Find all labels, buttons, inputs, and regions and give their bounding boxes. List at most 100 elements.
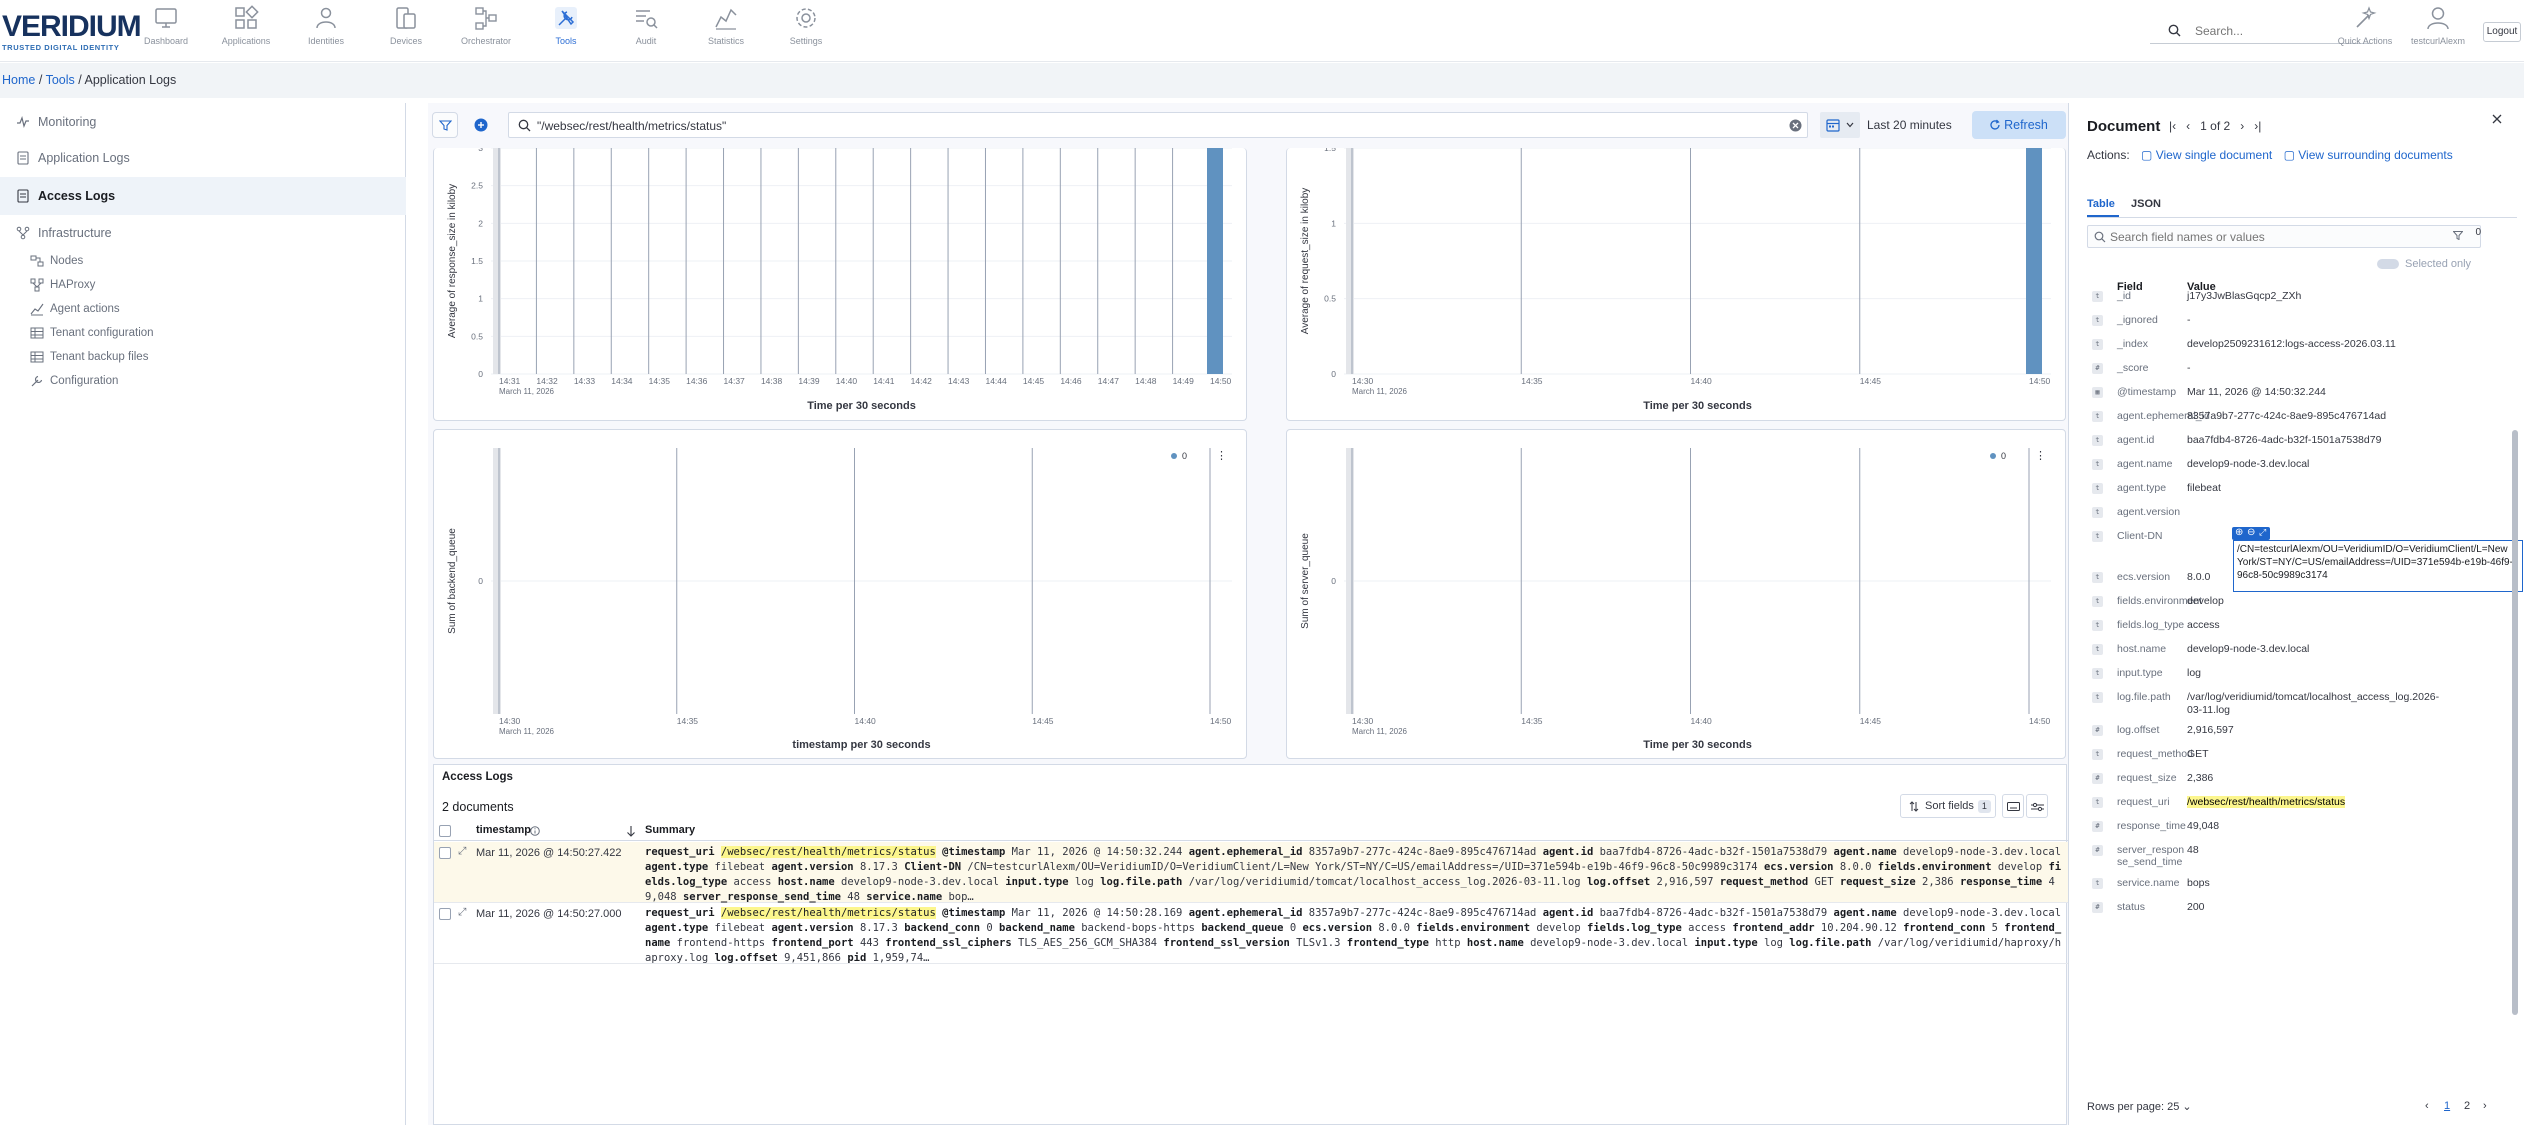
field-row-index[interactable]: t _index develop2509231612:logs-access-202… [2087,337,2517,352]
user-menu-button[interactable]: testcurlAlexm [2398,5,2478,46]
selected-only-toggle[interactable]: Selected only [2377,258,2471,270]
row-checkbox[interactable] [439,908,451,920]
first-page-icon[interactable]: |‹ [2169,119,2176,133]
sort-descending-icon[interactable] [626,825,636,837]
sidebar-subitem-tenant-configuration[interactable]: Tenant configuration [0,321,406,345]
field-row-ignored[interactable]: t _ignored - [2087,313,2517,328]
field-search-input[interactable] [2110,229,2410,245]
nav-settings[interactable]: Settings [766,5,846,46]
date-range-label[interactable]: Last 20 minutes [1867,118,1952,132]
field-row-server-response-send-time[interactable]: # server_response_send_time 48 [2087,843,2517,868]
clear-icon[interactable] [1789,119,1802,132]
field-row-agent-id[interactable]: t agent.id baa7fdb4-8726-4adc-b32f-1501a75… [2087,433,2517,448]
row-checkbox[interactable] [439,847,451,859]
field-row-log-file-path[interactable]: t log.file.path/var/log/veridiumid/tomcat… [2087,690,2517,716]
nav-identities[interactable]: Identities [286,5,366,46]
sidebar-item-infrastructure[interactable]: Infrastructure [0,218,406,248]
select-all-checkbox[interactable] [439,825,451,837]
table-row[interactable]: ⤢ Mar 11, 2026 @ 14:50:27.422 request_uri … [434,842,2068,903]
date-picker-button[interactable] [1820,112,1860,138]
page-2-button[interactable]: 2 [2464,1100,2470,1112]
nav-dashboard[interactable]: Dashboard [126,5,206,46]
field-row-request-method[interactable]: t request_method GET [2087,747,2517,762]
tab-json[interactable]: JSON [2131,198,2161,210]
field-row-score[interactable]: # _score - [2087,361,2517,376]
field-row-agent-ephemeral-id[interactable]: t agent.ephemeral_id 8357a9b7-277c-424c-8a… [2087,409,2517,424]
close-icon[interactable] [2491,113,2503,125]
field-filter-count[interactable]: 0 [2453,227,2481,245]
expand-row-icon[interactable]: ⤢ [458,905,466,920]
field-row-service-name[interactable]: t service.name bops [2087,876,2517,891]
field-row-input-type[interactable]: t input.type log [2087,666,2517,681]
flyout-scrollbar[interactable] [2512,430,2518,1015]
field-row-log-offset[interactable]: # log.offset 2,916,597 [2087,723,2517,738]
next-page-icon[interactable]: › [2240,119,2244,133]
keyboard-shortcuts-button[interactable] [2002,794,2024,818]
brand-tagline: TRUSTED DIGITAL IDENTITY [2,43,120,52]
field-row-timestamp[interactable]: ▦ @timestamp Mar 11, 2026 @ 14:50:32.244 [2087,385,2517,400]
table-row[interactable]: ⤢ Mar 11, 2026 @ 14:50:27.000 request_uri … [434,903,2068,964]
nav-audit[interactable]: Audit [606,5,686,46]
filter-options-button[interactable] [432,112,458,138]
user-name-label: testcurlAlexm [2410,36,2465,46]
field-row-status[interactable]: # status 200 [2087,900,2517,915]
sidebar-item-application-logs[interactable]: Application Logs [0,143,406,173]
refresh-button[interactable]: Refresh [1972,111,2066,139]
field-search[interactable] [2087,225,2481,248]
sort-fields-button[interactable]: Sort fields 1 [1900,794,1996,818]
sidebar-subitem-configuration[interactable]: Configuration [0,369,406,393]
prev-page-icon[interactable]: ‹ [2186,119,2190,133]
chart-icon [30,303,44,316]
row-timestamp: Mar 11, 2026 @ 14:50:27.000 [476,908,622,920]
sidebar-subitem-agent-actions[interactable]: Agent actions [0,297,406,321]
sidebar-subitem-tenant-backup-files[interactable]: Tenant backup files [0,345,406,369]
page-1-button[interactable]: 1 [2444,1100,2450,1112]
add-filter-button[interactable] [468,112,494,138]
nav-statistics[interactable]: Statistics [686,5,766,46]
field-type-icon: t [2092,878,2103,889]
quick-actions-button[interactable]: Quick Actions [2325,5,2405,46]
field-row-request-uri[interactable]: t request_uri/websec/rest/health/metrics/… [2087,795,2517,810]
display-options-button[interactable] [2026,794,2048,818]
field-row-agent-name[interactable]: t agent.name develop9-node-3.dev.local [2087,457,2517,472]
view-surrounding-documents-link[interactable]: ▢ View surrounding documents [2284,148,2453,162]
nav-orchestrator[interactable]: Orchestrator [446,5,526,46]
nav-applications[interactable]: Applications [206,5,286,46]
logout-button[interactable]: Logout [2483,22,2521,42]
field-row-agent-type[interactable]: t agent.type filebeat [2087,481,2517,496]
sidebar-subitem-nodes[interactable]: Nodes [0,249,406,273]
filter-for-value-icon[interactable]: ⊕ [2235,526,2243,539]
toggle-switch[interactable] [2377,259,2399,269]
field-row-agent-version[interactable]: t agent.version [2087,505,2517,520]
field-row-request-size[interactable]: # request_size 2,386 [2087,771,2517,786]
nav-devices[interactable]: Devices [366,5,446,46]
field-row-host-name[interactable]: t host.name develop9-node-3.dev.local [2087,642,2517,657]
filter-out-value-icon[interactable]: ⊖ [2247,526,2255,539]
expand-row-icon[interactable]: ⤢ [458,844,466,859]
expand-icon[interactable]: ⤢ [2259,526,2266,539]
sidebar-item-access-logs[interactable]: Access Logs [0,177,406,215]
veridium-logo[interactable]: VERIDIUM TRUSTED DIGITAL IDENTITY [2,10,142,53]
view-single-document-link[interactable]: ▢ View single document [2141,148,2272,162]
query-input[interactable]: "/websec/rest/health/metrics/status" [508,112,1808,138]
next-page-icon[interactable]: › [2483,1100,2487,1112]
field-value: access [2187,619,2220,631]
breadcrumb-home[interactable]: Home [2,73,35,87]
field-row-fields-environment[interactable]: t fields.environment develop [2087,594,2517,609]
x-tick-label: 14:30 [499,716,521,726]
field-value: 8357a9b7-277c-424c-8ae9-895c476714ad [2187,410,2387,422]
panel-menu-icon: ⋮ [2035,450,2046,462]
field-row-fields-log-type[interactable]: t fields.log_type access [2087,618,2517,633]
nav-tools[interactable]: Tools [526,5,606,46]
rows-per-page-select[interactable]: Rows per page: 25 ⌄ [2087,1100,2192,1113]
tab-table[interactable]: Table [2087,198,2115,210]
breadcrumb-tools[interactable]: Tools [46,73,75,87]
field-row-response-time[interactable]: # response_time 49,048 [2087,819,2517,834]
sidebar-item-monitoring[interactable]: Monitoring [0,107,406,137]
prev-page-icon[interactable]: ‹ [2425,1100,2429,1112]
field-row-id[interactable]: t _id j17y3JwBlasGqcp2_ZXh [2087,289,2517,304]
sidebar-subitem-haproxy[interactable]: HAProxy [0,273,406,297]
last-page-icon[interactable]: ›| [2254,119,2261,133]
brand-name: VERIDIUM [2,10,142,43]
timestamp-column-header[interactable]: timestamp [476,824,531,836]
